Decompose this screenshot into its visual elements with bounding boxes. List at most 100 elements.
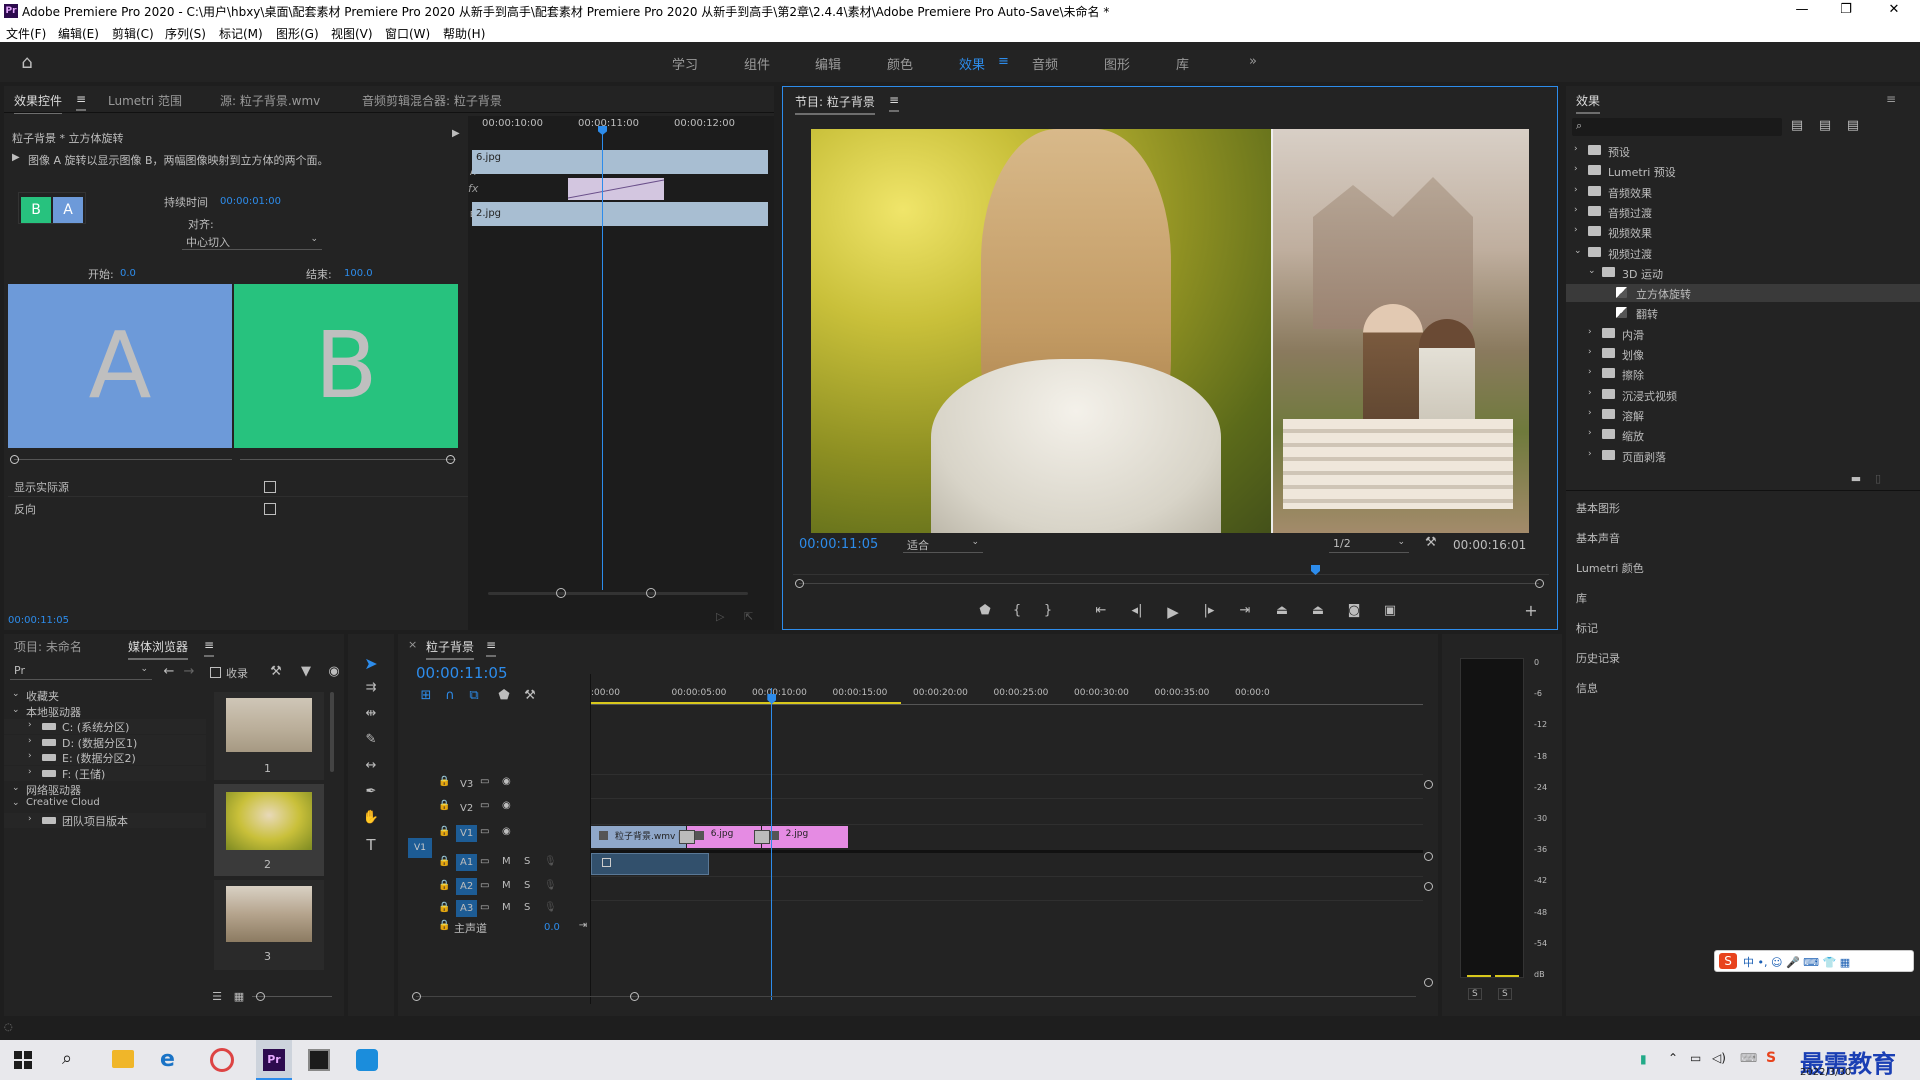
effects-tree-item[interactable]: 立方体旋转 <box>1566 284 1920 303</box>
media-browser-tree-item[interactable]: ⌄ 网络驱动器 <box>4 782 206 797</box>
reverse-checkbox[interactable] <box>264 503 276 515</box>
sequence-tab[interactable]: 粒子背景 <box>426 638 475 660</box>
zoom-handle-left[interactable] <box>795 579 804 588</box>
panel-menu-icon[interactable]: ≡ <box>889 93 900 112</box>
tree-expand-icon[interactable]: › <box>1574 185 1578 195</box>
h-scroll-handle-right[interactable] <box>630 992 639 1001</box>
tree-expand-icon[interactable]: › <box>1588 347 1592 357</box>
track-select-tool-icon[interactable]: ⇉ <box>360 680 382 695</box>
tree-expand-icon[interactable]: › <box>28 751 32 761</box>
tab-project[interactable]: 项目: 未命名 <box>14 638 82 655</box>
mark-in-icon[interactable]: { <box>1009 603 1025 618</box>
maximize-button[interactable]: ❐ <box>1826 2 1866 20</box>
play-audio-icon[interactable]: ▷ <box>716 610 724 623</box>
icon-view-icon[interactable]: ▦ <box>232 990 246 1003</box>
extract-icon[interactable]: ⏏ <box>1309 603 1327 618</box>
effects-tree-item[interactable]: › 内滑 <box>1566 325 1920 343</box>
end-value[interactable]: 100.0 <box>344 268 373 279</box>
sync-lock-icon[interactable]: ▭ <box>480 826 489 837</box>
effects-tree-item[interactable]: › 预设 <box>1566 142 1920 160</box>
tree-expand-icon[interactable]: › <box>28 720 32 730</box>
pen-tool-icon[interactable]: ✒ <box>360 784 382 799</box>
ripple-edit-tool-icon[interactable]: ⇹ <box>360 706 382 721</box>
sync-lock-icon[interactable]: ▭ <box>480 776 489 787</box>
ec-zoom-scrollbar[interactable] <box>488 592 748 595</box>
forward-arrow-icon[interactable]: → <box>182 664 196 679</box>
thumbnail-scrollbar[interactable] <box>330 692 334 772</box>
edge-browser-icon[interactable]: e <box>160 1047 175 1072</box>
tree-expand-icon[interactable]: › <box>1588 428 1592 438</box>
list-view-icon[interactable]: ☰ <box>210 990 224 1003</box>
start-slider[interactable] <box>14 459 232 460</box>
ec-transition-clip[interactable] <box>568 178 664 200</box>
tab-lumetri-scopes[interactable]: Lumetri 范围 <box>108 92 182 109</box>
h-scroll-handle-left[interactable] <box>412 992 421 1001</box>
media-browser-tree-item[interactable]: › F: (王储) <box>4 766 206 781</box>
play-transition-icon[interactable]: ▶ <box>12 152 20 163</box>
sync-lock-icon[interactable]: ▭ <box>480 856 489 867</box>
effects-tree-item[interactable]: › 音频过渡 <box>1566 203 1920 221</box>
effects-tree-item[interactable]: › 音频效果 <box>1566 183 1920 201</box>
media-browser-tree-item[interactable]: › D: (数据分区1) <box>4 734 206 750</box>
workspace-audio[interactable]: 音频 <box>1032 54 1058 73</box>
snap-icon[interactable]: ∩ <box>442 688 458 703</box>
filter-icon[interactable]: ▼ <box>298 664 314 679</box>
panel-menu-icon[interactable]: ≡ <box>486 638 497 657</box>
tree-expand-icon[interactable]: › <box>1574 164 1578 174</box>
tree-expand-icon[interactable]: › <box>28 814 32 824</box>
start-slider-handle[interactable] <box>10 455 19 464</box>
work-area-bar[interactable] <box>591 702 901 704</box>
tree-expand-icon[interactable]: ⌄ <box>1574 246 1582 256</box>
tree-expand-icon[interactable]: ⌄ <box>12 798 20 808</box>
eye-icon[interactable]: ◉ <box>502 826 511 837</box>
effects-tree-item[interactable]: ⌄ 视频过渡 <box>1566 244 1920 262</box>
effects-tree-item[interactable]: › 擦除 <box>1566 365 1920 383</box>
ec-playhead-handle[interactable] <box>598 126 607 135</box>
menu-sequence[interactable]: 序列(S) <box>165 25 206 42</box>
panel-menu-icon[interactable]: ≡ <box>76 92 87 111</box>
export-icon[interactable]: ⇱ <box>744 610 753 623</box>
panel-lumetri-color[interactable]: Lumetri 颜色 <box>1576 560 1644 576</box>
duration-value[interactable]: 00:00:01:00 <box>220 196 281 207</box>
program-timecode[interactable]: 00:00:11:05 <box>799 537 878 552</box>
end-slider[interactable] <box>240 459 456 460</box>
a-zoom-handle[interactable] <box>1424 978 1433 987</box>
menu-window[interactable]: 窗口(W) <box>385 25 430 42</box>
thumbnail-item[interactable]: 1 <box>214 692 324 780</box>
32bit-effects-icon[interactable]: ▤ <box>1816 118 1834 133</box>
tree-expand-icon[interactable]: › <box>28 736 32 746</box>
taskbar-premiere-active[interactable]: Pr <box>256 1040 292 1080</box>
mute-button[interactable]: M <box>502 880 511 891</box>
lock-icon[interactable]: 🔒 <box>438 880 450 891</box>
more-workspaces-icon[interactable]: » <box>1249 54 1257 69</box>
v-zoom-handle[interactable] <box>1424 780 1433 789</box>
panel-info[interactable]: 信息 <box>1576 680 1598 696</box>
ec-timecode[interactable]: 00:00:11:05 <box>8 615 69 626</box>
v-zoom-handle[interactable] <box>1424 852 1433 861</box>
program-zoom-bar[interactable] <box>799 583 1539 584</box>
step-back-icon[interactable]: ◂| <box>1129 603 1145 618</box>
panel-menu-icon[interactable]: ≡ <box>204 638 215 657</box>
add-marker-icon[interactable]: ⬟ <box>496 688 512 703</box>
sync-lock-icon[interactable]: ▭ <box>480 800 489 811</box>
tree-expand-icon[interactable]: › <box>1588 327 1592 337</box>
ec-clip-b[interactable]: 2.jpg <box>472 202 768 226</box>
eye-icon[interactable]: ◉ <box>502 800 511 811</box>
thumbnail-size-handle[interactable] <box>256 992 265 1001</box>
linked-selection-icon[interactable]: ⧉ <box>466 688 482 703</box>
mute-button[interactable]: M <box>502 856 511 867</box>
hand-tool-icon[interactable]: ✋ <box>360 810 382 825</box>
workspace-learn[interactable]: 学习 <box>672 54 698 73</box>
start-value[interactable]: 0.0 <box>120 268 136 279</box>
effects-tree-item[interactable]: › 页面剥落 <box>1566 447 1920 465</box>
media-browser-tree-item[interactable]: › E: (数据分区2) <box>4 750 206 766</box>
photos-icon[interactable] <box>308 1049 330 1071</box>
back-arrow-icon[interactable]: ← <box>162 664 176 679</box>
expand-arrow-icon[interactable]: ▶ <box>452 128 460 139</box>
button-editor-plus-icon[interactable]: + <box>1523 601 1539 620</box>
workspace-assembly[interactable]: 组件 <box>744 54 770 73</box>
tree-expand-icon[interactable]: › <box>28 767 32 777</box>
effects-tree-item[interactable]: ⌄ 3D 运动 <box>1566 264 1920 282</box>
thumbnail-item-selected[interactable]: 2 <box>214 784 324 876</box>
program-monitor-title[interactable]: 节目: 粒子背景 <box>795 93 875 115</box>
